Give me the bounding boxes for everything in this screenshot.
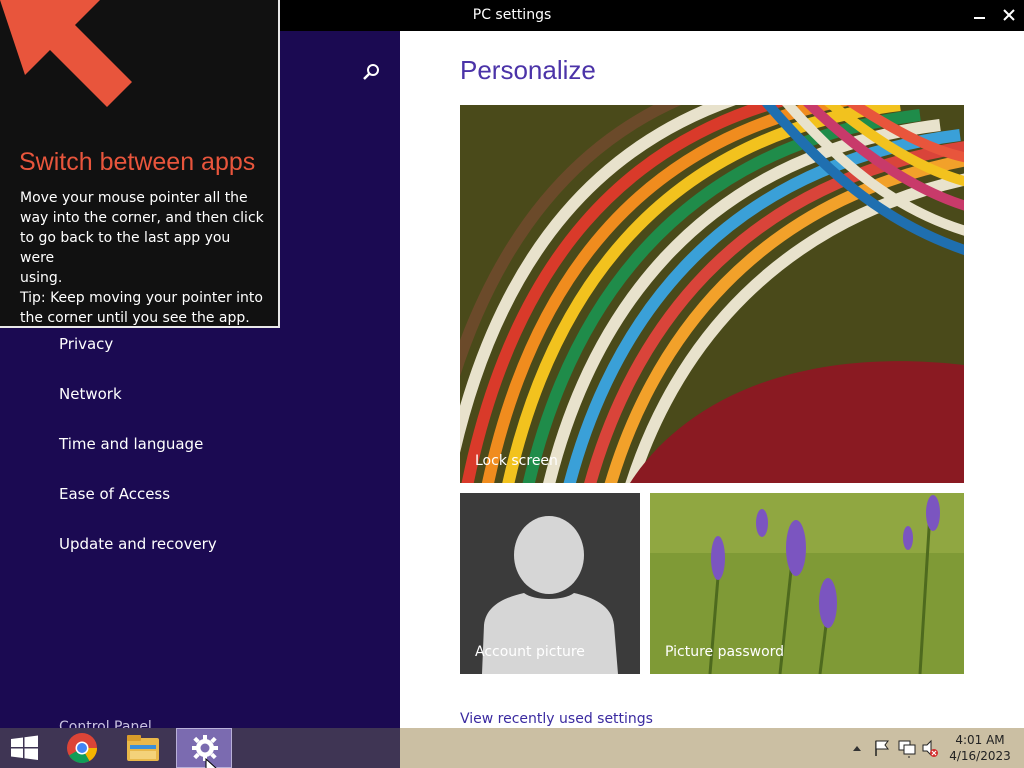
search-button[interactable] xyxy=(356,59,384,87)
nav-item-time-and-language[interactable]: Time and language xyxy=(0,426,400,476)
account-picture-label: Account picture xyxy=(475,644,585,660)
tip-line: using. xyxy=(20,270,63,286)
search-icon xyxy=(363,64,379,80)
volume-muted-icon[interactable] xyxy=(920,728,940,768)
tip-line: the corner until you see the app. xyxy=(20,310,250,326)
nav-item-privacy[interactable]: Privacy xyxy=(0,326,400,376)
nav-list: Privacy Network Time and language Ease o… xyxy=(0,326,400,576)
picture-password-tile[interactable]: Picture password xyxy=(650,493,964,674)
tip-body: Move your mouse pointer all the way into… xyxy=(20,188,265,328)
windows-logo-icon xyxy=(11,735,38,760)
taskbar: 4:01 AM 4/16/2023 xyxy=(0,728,1024,768)
clock-date: 4/16/2023 xyxy=(949,749,1011,763)
picture-password-label: Picture password xyxy=(665,644,785,660)
clock-time: 4:01 AM xyxy=(955,733,1005,747)
close-icon xyxy=(1003,9,1015,21)
tip-line: Tip: Keep moving your pointer into xyxy=(20,290,263,306)
account-picture-tile[interactable]: Account picture xyxy=(460,493,640,674)
lock-screen-tile[interactable]: Lock screen xyxy=(460,105,964,483)
tip-line: Move your mouse pointer all the xyxy=(20,190,248,206)
tip-line: to go back to the last app you were xyxy=(20,230,231,266)
pc-settings-taskbar-button[interactable] xyxy=(176,728,232,768)
chrome-taskbar-button[interactable] xyxy=(56,728,112,768)
close-button[interactable] xyxy=(996,2,1022,28)
lock-screen-image xyxy=(460,105,964,483)
system-tray xyxy=(850,728,940,768)
switch-apps-tip: Switch between apps Move your mouse poin… xyxy=(0,0,280,328)
view-recent-settings-link[interactable]: View recently used settings xyxy=(460,711,653,727)
file-explorer-taskbar-button[interactable] xyxy=(115,728,171,768)
personalize-pane: Personalize Lock screen Account picture … xyxy=(400,31,1024,728)
lock-screen-label: Lock screen xyxy=(475,453,558,469)
nav-item-ease-of-access[interactable]: Ease of Access xyxy=(0,476,400,526)
pc-settings-screen: PC settings Privacy Network Time and lan… xyxy=(0,0,1024,768)
taskbar-clock[interactable]: 4:01 AM 4/16/2023 xyxy=(945,732,1015,764)
start-button[interactable] xyxy=(0,728,50,768)
nav-item-update-and-recovery[interactable]: Update and recovery xyxy=(0,526,400,576)
folder-icon xyxy=(127,735,159,761)
tip-line: way into the corner, and then click xyxy=(20,210,264,226)
corner-arrow-icon xyxy=(0,0,132,107)
show-hidden-icons-chevron-icon[interactable] xyxy=(850,728,864,768)
page-title: Personalize xyxy=(460,55,596,85)
nav-item-network[interactable]: Network xyxy=(0,376,400,426)
minimize-icon xyxy=(973,16,985,19)
minimize-button[interactable] xyxy=(966,2,992,28)
mouse-pointer-icon xyxy=(205,758,217,768)
tip-title: Switch between apps xyxy=(19,148,256,176)
action-center-flag-icon[interactable] xyxy=(872,728,892,768)
chrome-icon xyxy=(67,733,97,764)
network-icon[interactable] xyxy=(896,728,918,768)
